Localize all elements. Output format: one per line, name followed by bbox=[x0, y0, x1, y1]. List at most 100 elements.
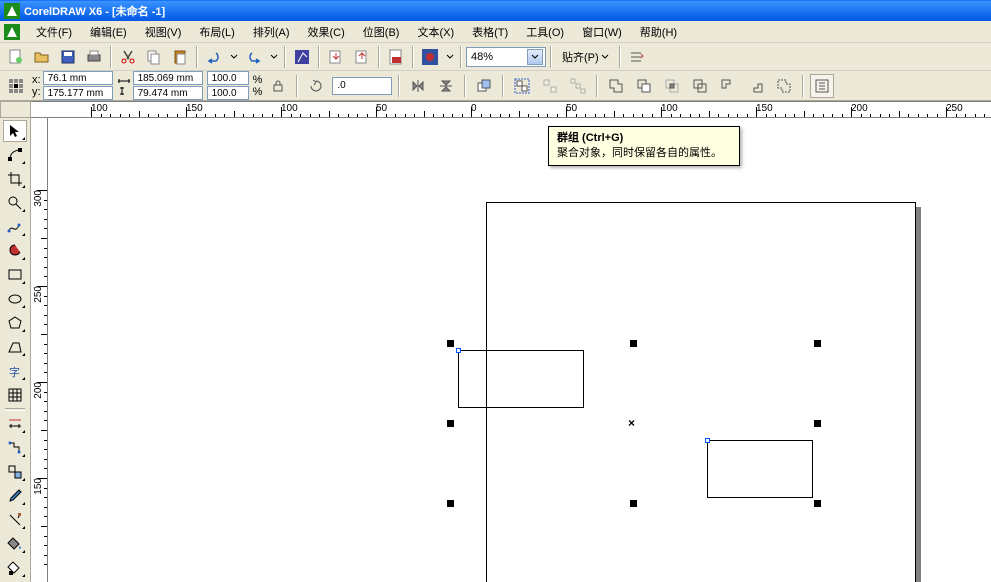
selection-handle-ne[interactable] bbox=[814, 340, 821, 347]
ungroup-button[interactable] bbox=[538, 74, 562, 98]
undo-drop[interactable] bbox=[228, 45, 240, 69]
svg-text:字: 字 bbox=[9, 365, 20, 379]
ruler-vertical[interactable]: 300250200150 bbox=[31, 118, 48, 582]
import-button[interactable] bbox=[324, 45, 348, 69]
height-input[interactable] bbox=[133, 86, 203, 100]
object-origin-button[interactable] bbox=[4, 74, 28, 98]
new-button[interactable] bbox=[4, 45, 28, 69]
zoom-combo[interactable]: 48% bbox=[466, 47, 546, 67]
align-distribute-button[interactable] bbox=[810, 74, 834, 98]
back-minus-front-button[interactable] bbox=[744, 74, 768, 98]
selection-handle-se[interactable] bbox=[814, 500, 821, 507]
selection-handle-s[interactable] bbox=[630, 500, 637, 507]
zoom-tool[interactable] bbox=[3, 192, 27, 214]
drawn-rectangle-1[interactable] bbox=[458, 350, 584, 408]
chevron-down-icon bbox=[527, 49, 543, 65]
text-tool[interactable]: 字 bbox=[3, 360, 27, 382]
width-input[interactable] bbox=[133, 71, 203, 85]
interactive-fill-tool[interactable] bbox=[3, 557, 27, 579]
connector-tool[interactable] bbox=[3, 437, 27, 459]
x-position-input[interactable] bbox=[43, 71, 113, 85]
outline-tool[interactable] bbox=[3, 509, 27, 531]
print-button[interactable] bbox=[82, 45, 106, 69]
mirror-h-button[interactable] bbox=[406, 74, 430, 98]
menu-tools[interactable]: 工具(O) bbox=[518, 22, 572, 42]
freehand-tool[interactable] bbox=[3, 216, 27, 238]
selection-handle-nw[interactable] bbox=[447, 340, 454, 347]
menu-effects[interactable]: 效果(C) bbox=[300, 22, 353, 42]
ruler-horizontal[interactable]: 10015010050050100150200250 bbox=[31, 101, 991, 118]
search-content-button[interactable] bbox=[290, 45, 314, 69]
rectangle-tool[interactable] bbox=[3, 264, 27, 286]
selection-handle-e[interactable] bbox=[814, 420, 821, 427]
shape-node[interactable] bbox=[705, 438, 710, 443]
menu-edit[interactable]: 编辑(E) bbox=[82, 22, 135, 42]
text-icon: 字 bbox=[7, 363, 23, 379]
paste-button[interactable] bbox=[168, 45, 192, 69]
crop-tool[interactable] bbox=[3, 168, 27, 190]
drawn-rectangle-2[interactable] bbox=[707, 440, 813, 498]
polygon-tool[interactable] bbox=[3, 312, 27, 334]
mirror-v-button[interactable] bbox=[434, 74, 458, 98]
menu-bitmap[interactable]: 位图(B) bbox=[355, 22, 408, 42]
ellipse-tool[interactable] bbox=[3, 288, 27, 310]
shape-tool[interactable] bbox=[3, 144, 27, 166]
undo-button[interactable] bbox=[202, 45, 226, 69]
trim-button[interactable] bbox=[632, 74, 656, 98]
menu-help[interactable]: 帮助(H) bbox=[632, 22, 685, 42]
selection-handle-sw[interactable] bbox=[447, 500, 454, 507]
options-button[interactable] bbox=[625, 45, 649, 69]
menu-text[interactable]: 文本(X) bbox=[409, 22, 462, 42]
scale-x-input[interactable] bbox=[207, 71, 249, 85]
redo-drop[interactable] bbox=[268, 45, 280, 69]
to-front-button[interactable] bbox=[472, 74, 496, 98]
menu-view[interactable]: 视图(V) bbox=[137, 22, 190, 42]
menu-file[interactable]: 文件(F) bbox=[28, 22, 80, 42]
interactive-tool[interactable] bbox=[3, 461, 27, 483]
menu-table[interactable]: 表格(T) bbox=[464, 22, 516, 42]
canvas-area[interactable]: × bbox=[48, 118, 991, 582]
fill-tool[interactable] bbox=[3, 533, 27, 555]
redo-button[interactable] bbox=[242, 45, 266, 69]
pick-tool[interactable] bbox=[3, 120, 27, 142]
selection-handle-n[interactable] bbox=[630, 340, 637, 347]
publish-pdf-button[interactable] bbox=[384, 45, 408, 69]
app-launcher-drop[interactable] bbox=[444, 45, 456, 69]
group-button[interactable] bbox=[510, 74, 534, 98]
save-button[interactable] bbox=[56, 45, 80, 69]
app-launcher-button[interactable] bbox=[418, 45, 442, 69]
snap-dropdown[interactable]: 贴齐(P) bbox=[556, 49, 615, 65]
smart-fill-tool[interactable] bbox=[3, 240, 27, 262]
selection-handle-w[interactable] bbox=[447, 420, 454, 427]
menu-arrange[interactable]: 排列(A) bbox=[245, 22, 298, 42]
menu-window[interactable]: 窗口(W) bbox=[574, 22, 630, 42]
lock-ratio-button[interactable] bbox=[266, 74, 290, 98]
intersect-button[interactable] bbox=[660, 74, 684, 98]
table-tool[interactable] bbox=[3, 384, 27, 406]
open-button[interactable] bbox=[30, 45, 54, 69]
simplify-icon bbox=[692, 78, 708, 94]
ruler-corner[interactable] bbox=[0, 101, 31, 118]
export-button[interactable] bbox=[350, 45, 374, 69]
scale-y-input[interactable] bbox=[207, 86, 249, 100]
dimension-tool[interactable] bbox=[3, 413, 27, 435]
menu-layout[interactable]: 布局(L) bbox=[191, 22, 242, 42]
selection-center[interactable]: × bbox=[628, 416, 635, 430]
cut-button[interactable] bbox=[116, 45, 140, 69]
rotation-icon-btn[interactable] bbox=[304, 74, 328, 98]
rotation-input[interactable] bbox=[332, 77, 392, 95]
ungroup-all-button[interactable] bbox=[566, 74, 590, 98]
shape-node[interactable] bbox=[456, 348, 461, 353]
app-title: CorelDRAW X6 - [未命名 -1] bbox=[24, 3, 165, 19]
eyedropper-tool[interactable] bbox=[3, 485, 27, 507]
y-position-input[interactable] bbox=[43, 86, 113, 100]
boundary-button[interactable] bbox=[772, 74, 796, 98]
basic-shapes-tool[interactable] bbox=[3, 336, 27, 358]
property-bar: x: y: % % bbox=[0, 71, 991, 101]
weld-button[interactable] bbox=[604, 74, 628, 98]
front-minus-back-button[interactable] bbox=[716, 74, 740, 98]
eyedropper-icon bbox=[7, 488, 23, 504]
copy-button[interactable] bbox=[142, 45, 166, 69]
simplify-button[interactable] bbox=[688, 74, 712, 98]
menubar: 文件(F) 编辑(E) 视图(V) 布局(L) 排列(A) 效果(C) 位图(B… bbox=[0, 21, 991, 43]
